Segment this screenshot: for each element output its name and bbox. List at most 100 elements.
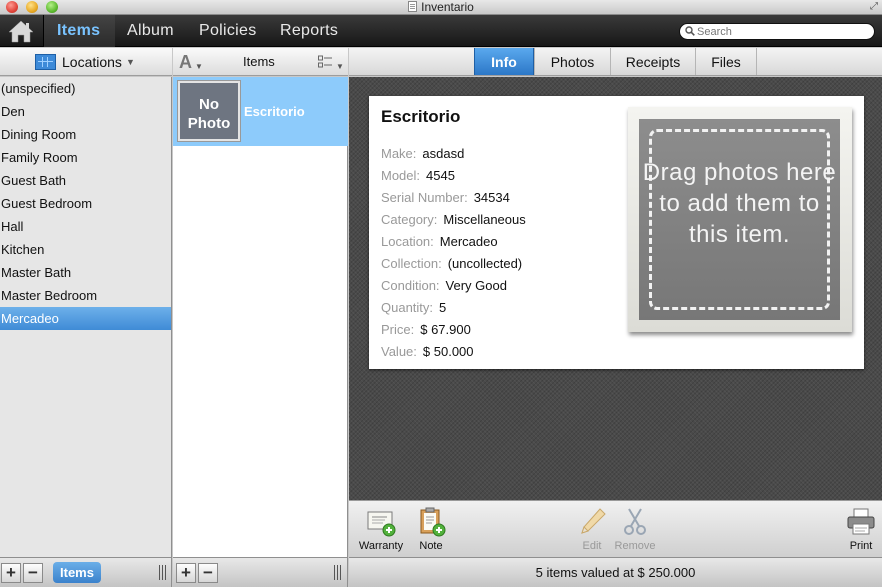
remove-label: Remove bbox=[614, 540, 656, 552]
locations-list: (unspecified) Den Dining Room Family Roo… bbox=[0, 77, 172, 557]
warranty-button[interactable]: Warranty bbox=[355, 506, 407, 552]
main-toolbar: Items Album Policies Reports bbox=[0, 15, 882, 47]
sort-icon[interactable]: A bbox=[179, 52, 192, 73]
print-icon bbox=[847, 508, 875, 535]
field-label: Price: bbox=[381, 322, 415, 337]
nav-tab-reports[interactable]: Reports bbox=[267, 15, 351, 47]
location-item[interactable]: Master Bath bbox=[0, 261, 171, 284]
photo-drop-text: Drag photos here to add them to this ite… bbox=[642, 159, 837, 248]
note-label: Note bbox=[419, 540, 443, 552]
nav-tab-items[interactable]: Items bbox=[44, 15, 115, 47]
field-label: Category: bbox=[381, 212, 438, 227]
field-value: $ 50.000 bbox=[422, 344, 474, 359]
chevron-down-icon: ▼ bbox=[126, 57, 135, 67]
field-value: 5 bbox=[439, 300, 447, 315]
title-bar: Inventario ⤢ bbox=[0, 0, 882, 15]
location-item[interactable]: Hall bbox=[0, 215, 171, 238]
remove-location-button[interactable]: − bbox=[23, 563, 43, 583]
home-button[interactable] bbox=[8, 19, 34, 43]
location-item[interactable]: Master Bedroom bbox=[0, 284, 171, 307]
status-bar: 5 items valued at $ 250.000 bbox=[349, 557, 882, 587]
items-footer: + − bbox=[173, 557, 348, 587]
location-item-selected[interactable]: Mercadeo bbox=[0, 307, 171, 330]
chevron-down-icon: ▼ bbox=[195, 62, 203, 71]
field-label: Make: bbox=[381, 146, 417, 161]
field-value: 34534 bbox=[473, 190, 510, 205]
resize-handle[interactable] bbox=[159, 565, 166, 580]
field-model: Model: 4545 bbox=[381, 165, 526, 187]
field-value: Miscellaneous bbox=[443, 212, 526, 227]
edit-label: Edit bbox=[582, 540, 602, 552]
remove-item-button[interactable]: − bbox=[198, 563, 218, 583]
add-location-button[interactable]: + bbox=[1, 563, 21, 583]
tab-receipts[interactable]: Receipts bbox=[610, 48, 695, 75]
tab-info[interactable]: Info bbox=[474, 48, 534, 75]
location-item[interactable]: Family Room bbox=[0, 146, 171, 169]
remove-icon bbox=[624, 508, 646, 535]
search-input[interactable] bbox=[697, 24, 867, 39]
status-text: 5 items valued at $ 250.000 bbox=[535, 565, 696, 580]
tab-photos[interactable]: Photos bbox=[534, 48, 610, 75]
field-category: Category: Miscellaneous bbox=[381, 209, 526, 231]
field-location: Location: Mercadeo bbox=[381, 231, 526, 253]
field-label: Condition: bbox=[381, 278, 440, 293]
items-mode-button[interactable]: Items bbox=[53, 562, 101, 583]
edit-button[interactable]: Edit bbox=[576, 506, 608, 552]
field-label: Serial Number: bbox=[381, 190, 468, 205]
location-item[interactable]: Kitchen bbox=[0, 238, 171, 261]
location-item[interactable]: Guest Bath bbox=[0, 169, 171, 192]
location-item[interactable]: Guest Bedroom bbox=[0, 192, 171, 215]
item-row[interactable]: No Photo Escritorio bbox=[173, 77, 348, 146]
tab-files[interactable]: Files bbox=[695, 48, 757, 75]
chevron-down-icon: ▼ bbox=[336, 62, 344, 71]
field-value: asdasd bbox=[422, 146, 465, 161]
action-bar: Warranty Note Edit Remove Print bbox=[349, 500, 882, 557]
location-item[interactable]: Dining Room bbox=[0, 123, 171, 146]
field-value: 4545 bbox=[426, 168, 455, 183]
note-icon bbox=[420, 507, 446, 537]
items-list: No Photo Escritorio bbox=[173, 77, 348, 557]
search-icon bbox=[685, 26, 695, 36]
fullscreen-icon[interactable]: ⤢ bbox=[870, 1, 878, 12]
locations-header[interactable]: Locations ▼ bbox=[0, 48, 172, 76]
field-label: Location: bbox=[381, 234, 434, 249]
nav-tab-policies[interactable]: Policies bbox=[186, 15, 270, 47]
locations-footer: + − Items bbox=[0, 557, 172, 587]
field-label: Collection: bbox=[381, 256, 442, 271]
print-label: Print bbox=[849, 540, 873, 552]
items-header-label: Items bbox=[243, 54, 275, 69]
field-value: Value: $ 50.000 bbox=[381, 341, 526, 363]
photo-drop-zone[interactable]: Drag photos here to add them to this ite… bbox=[628, 107, 852, 332]
field-value: Very Good bbox=[445, 278, 507, 293]
print-button[interactable]: Print bbox=[844, 506, 878, 552]
window-title: Inventario bbox=[0, 0, 882, 15]
resize-handle[interactable] bbox=[334, 565, 341, 580]
locations-icon bbox=[35, 54, 56, 70]
add-item-button[interactable]: + bbox=[176, 563, 196, 583]
field-price: Price: $ 67.900 bbox=[381, 319, 526, 341]
field-quantity: Quantity: 5 bbox=[381, 297, 526, 319]
document-icon bbox=[408, 1, 418, 12]
item-name: Escritorio bbox=[244, 104, 305, 119]
detail-pane: Escritorio Make: asdasd Model: 4545 Serial… bbox=[349, 77, 882, 500]
window-title-text: Inventario bbox=[421, 0, 474, 14]
warranty-label: Warranty bbox=[358, 540, 404, 552]
note-button[interactable]: Note bbox=[413, 506, 449, 552]
item-fields: Make: asdasd Model: 4545 Serial Number: 345… bbox=[381, 143, 526, 363]
edit-icon bbox=[581, 508, 606, 534]
item-info-card: Escritorio Make: asdasd Model: 4545 Serial… bbox=[369, 96, 864, 369]
item-title: Escritorio bbox=[381, 107, 461, 126]
home-icon bbox=[8, 20, 34, 43]
remove-button[interactable]: Remove bbox=[611, 506, 659, 552]
field-value: $ 67.900 bbox=[420, 322, 471, 337]
field-make: Make: asdasd bbox=[381, 143, 526, 165]
field-value: Mercadeo bbox=[439, 234, 498, 249]
locations-header-label: Locations bbox=[62, 54, 122, 70]
view-options-icon[interactable] bbox=[318, 55, 332, 69]
location-item[interactable]: Den bbox=[0, 100, 171, 123]
field-collection: Collection: (uncollected) bbox=[381, 253, 526, 275]
field-condition: Condition: Very Good bbox=[381, 275, 526, 297]
field-label: Value: bbox=[381, 344, 417, 359]
nav-tab-album[interactable]: Album bbox=[114, 15, 187, 47]
location-item[interactable]: (unspecified) bbox=[0, 77, 171, 100]
